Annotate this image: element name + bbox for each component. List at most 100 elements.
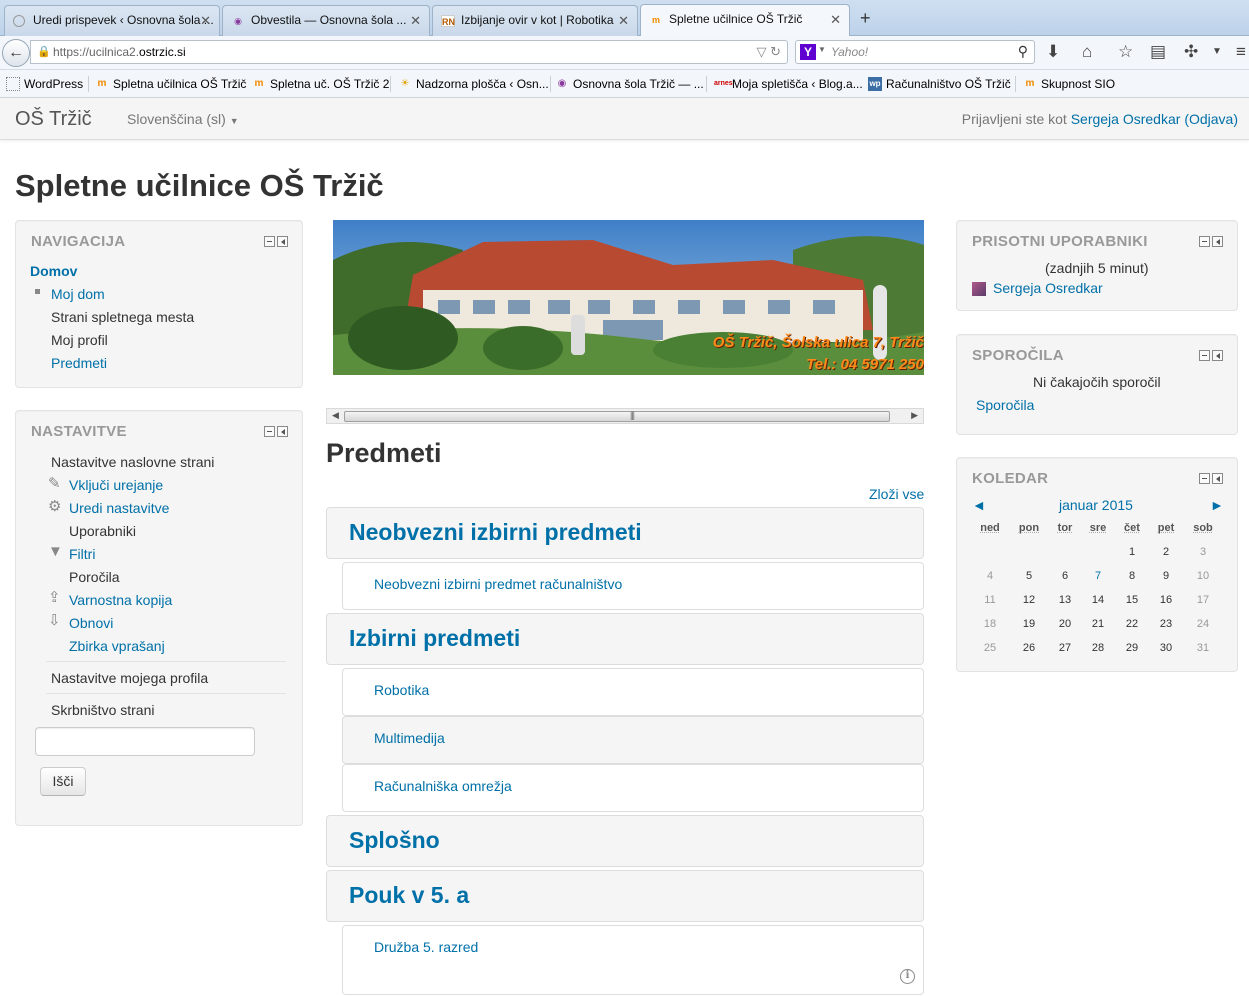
admin-search-button[interactable]: Išči: [40, 767, 86, 796]
settings-question-bank-link[interactable]: Zbirka vprašanj: [69, 638, 165, 654]
settings-edit-on-link[interactable]: Vključi urejanje: [69, 477, 163, 493]
browser-tab-active[interactable]: m Spletne učilnice OŠ Tržič ✕: [640, 4, 850, 37]
scrollbar-thumb[interactable]: |||: [344, 410, 890, 422]
category-link[interactable]: Izbirni predmeti: [349, 625, 520, 652]
settings-filters-link[interactable]: Filtri: [69, 546, 95, 562]
bookmark-item[interactable]: ◉ Osnovna šola Tržič — ...: [555, 77, 704, 91]
bookmark-item[interactable]: wp Računalništvo OŠ Tržič: [868, 77, 1011, 91]
nav-site-pages[interactable]: Strani spletnega mesta: [51, 309, 194, 325]
info-icon[interactable]: i: [900, 969, 915, 984]
calendar-prev-icon[interactable]: ◄: [972, 497, 986, 513]
settings-site-admin[interactable]: Skrbništvo strani: [51, 702, 154, 718]
course-item[interactable]: Družba 5. razred i: [342, 925, 924, 995]
minimize-icon[interactable]: [264, 426, 275, 437]
calendar-day: 25: [983, 642, 997, 654]
reload-icon[interactable]: ▽ ↻: [756, 44, 781, 60]
category-header[interactable]: Splošno: [326, 815, 924, 867]
nav-home-link[interactable]: Domov: [30, 263, 77, 279]
settings-backup-link[interactable]: Varnostna kopija: [69, 592, 172, 608]
close-tab-icon[interactable]: ✕: [830, 12, 841, 28]
nav-courses-link[interactable]: Predmeti: [51, 355, 107, 371]
browser-tab[interactable]: ◉ Obvestila — Osnovna šola ... ✕: [222, 5, 430, 36]
addon-icon[interactable]: ✣: [1184, 42, 1198, 62]
course-link[interactable]: Multimedija: [374, 730, 445, 746]
course-link[interactable]: Družba 5. razred: [374, 939, 478, 955]
new-tab-icon[interactable]: +: [860, 8, 871, 29]
course-link[interactable]: Neobvezni izbirni predmet računalništvo: [374, 576, 622, 592]
scroll-right-icon[interactable]: ▶: [911, 410, 918, 421]
tab-title: Uredi prispevek ‹ Osnovna šola ...: [33, 13, 214, 27]
online-user-link[interactable]: Sergeja Osredkar: [993, 280, 1103, 296]
settings-restore-link[interactable]: Obnovi: [69, 615, 113, 631]
dock-icon[interactable]: [1212, 236, 1223, 247]
bookmark-item[interactable]: ☀ Nadzorna plošča ‹ Osn...: [398, 77, 549, 91]
course-item[interactable]: Robotika: [342, 668, 924, 716]
minimize-icon[interactable]: [1199, 473, 1210, 484]
bookmark-item[interactable]: arnes Moja spletišča ‹ Blog.a...: [714, 77, 863, 91]
bookmark-item[interactable]: WordPress: [6, 77, 83, 91]
collapse-all-link[interactable]: Zloži vse: [869, 486, 924, 502]
browser-tab[interactable]: Uredi prispevek ‹ Osnovna šola ... ✕: [4, 5, 220, 36]
category-header[interactable]: Izbirni predmeti: [326, 613, 924, 665]
bookmark-item[interactable]: m Skupnost SIO: [1023, 77, 1116, 91]
category-header[interactable]: Pouk v 5. a: [326, 870, 924, 922]
category-link[interactable]: Splošno: [349, 827, 440, 854]
nav-my-profile[interactable]: Moj profil: [51, 332, 108, 348]
category-link[interactable]: Pouk v 5. a: [349, 882, 469, 909]
home-icon[interactable]: ⌂: [1082, 42, 1092, 62]
minimize-icon[interactable]: [1199, 350, 1210, 361]
course-link[interactable]: Računalniška omrežja: [374, 778, 512, 794]
search-bar[interactable]: Y ▼ Yahoo! ⚲: [795, 40, 1035, 64]
chevron-down-icon[interactable]: ▼: [1212, 46, 1222, 57]
settings-frontpage[interactable]: Nastavitve naslovne strani: [51, 454, 214, 470]
settings-edit-link[interactable]: Uredi nastavitve: [69, 500, 169, 516]
dock-icon[interactable]: [277, 426, 288, 437]
search-icon[interactable]: ⚲: [1018, 43, 1028, 60]
dock-icon[interactable]: [1212, 473, 1223, 484]
course-item[interactable]: Računalniška omrežja: [342, 764, 924, 812]
category-link[interactable]: Neobvezni izbirni predmeti: [349, 519, 642, 546]
minimize-icon[interactable]: [264, 236, 275, 247]
dock-icon[interactable]: [1212, 350, 1223, 361]
course-link[interactable]: Robotika: [374, 682, 429, 698]
calendar-day[interactable]: 7: [1081, 570, 1115, 582]
bookmark-item[interactable]: m Spletna učilnica OŠ Tržič: [95, 77, 247, 91]
bookmark-item[interactable]: m Spletna uč. OŠ Tržič 2: [252, 77, 390, 91]
browser-tab[interactable]: RN Izbijanje ovir v kot | Robotika ✕: [432, 5, 638, 36]
back-arrow-icon[interactable]: ←: [2, 39, 30, 67]
calendar-day: 26: [1022, 642, 1036, 654]
menu-icon[interactable]: ≡: [1236, 42, 1246, 62]
calendar-next-icon[interactable]: ►: [1210, 497, 1224, 513]
url-bar[interactable]: 🔒 https://ucilnica2.ostrzic.si ▽ ↻: [30, 40, 788, 64]
site-brand[interactable]: OŠ Tržič: [15, 108, 92, 131]
user-link[interactable]: Sergeja Osredkar: [1071, 111, 1181, 127]
scroll-left-icon[interactable]: ◀: [332, 410, 339, 421]
close-tab-icon[interactable]: ✕: [200, 13, 211, 29]
reading-list-icon[interactable]: ▤: [1150, 42, 1166, 62]
course-item[interactable]: Multimedija: [342, 716, 924, 764]
page-icon: [6, 77, 20, 91]
caret-down-icon: ▼: [229, 116, 239, 126]
messages-link[interactable]: Sporočila: [976, 397, 1034, 413]
dock-icon[interactable]: [277, 236, 288, 247]
category-header[interactable]: Neobvezni izbirni predmeti: [326, 507, 924, 559]
settings-reports[interactable]: Poročila: [69, 569, 120, 585]
nav-my-home-link[interactable]: Moj dom: [51, 286, 105, 302]
calendar-day: 17: [1196, 594, 1210, 606]
divider: [46, 693, 286, 694]
admin-search-input[interactable]: [35, 727, 255, 756]
close-tab-icon[interactable]: ✕: [618, 13, 629, 29]
calendar-month-link[interactable]: januar 2015: [1059, 497, 1133, 513]
chevron-down-icon[interactable]: ▼: [818, 45, 826, 54]
horizontal-scrollbar[interactable]: ◀ ||| ▶: [326, 408, 924, 424]
settings-users[interactable]: Uporabniki: [69, 523, 136, 539]
settings-my-profile[interactable]: Nastavitve mojega profila: [51, 670, 208, 686]
minimize-icon[interactable]: [1199, 236, 1210, 247]
bookmark-star-icon[interactable]: ☆: [1118, 42, 1133, 62]
close-tab-icon[interactable]: ✕: [410, 13, 421, 29]
logout-link[interactable]: (Odjava): [1184, 111, 1238, 127]
calendar-day: 3: [1199, 546, 1207, 558]
course-item[interactable]: Neobvezni izbirni predmet računalništvo: [342, 562, 924, 610]
language-menu[interactable]: Slovenščina (sl) ▼: [127, 111, 239, 127]
download-icon[interactable]: ⬇: [1046, 42, 1060, 62]
